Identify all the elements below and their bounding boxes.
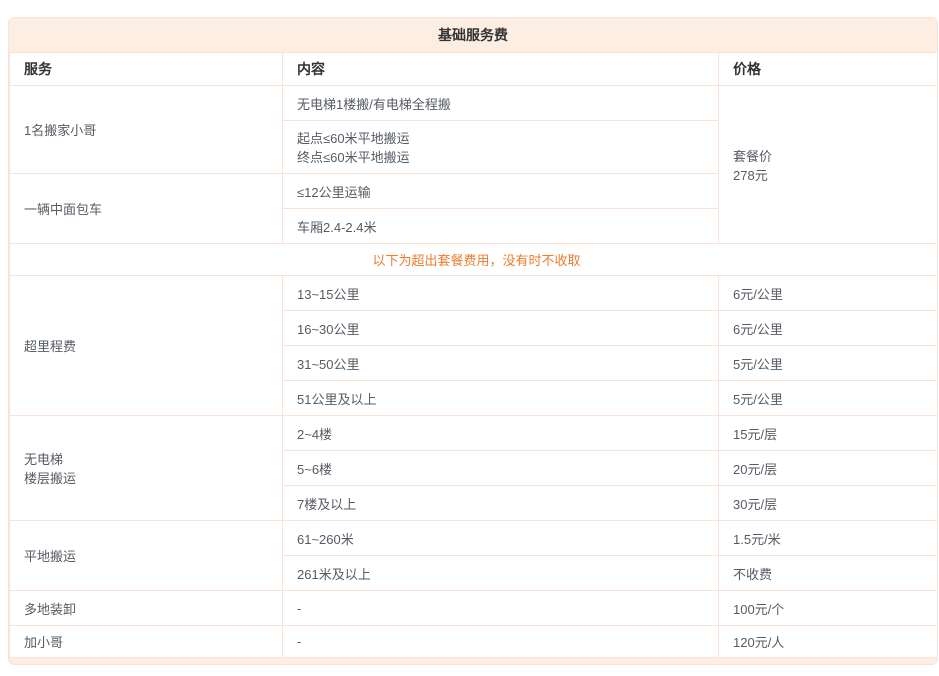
- price-cell: 20元/层: [719, 451, 939, 486]
- table-row: 1名搬家小哥 无电梯1楼搬/有电梯全程搬 套餐价 278元: [10, 86, 939, 121]
- table-header-row: 服务 内容 价格: [10, 53, 939, 86]
- content-cell: ≤12公里运输: [283, 174, 719, 209]
- price-cell: 5元/公里: [719, 381, 939, 416]
- content-cell: 车厢2.4-2.4米: [283, 209, 719, 244]
- extra-fee-notice: 以下为超出套餐费用，没有时不收取: [10, 244, 939, 276]
- price-cell: 6元/公里: [719, 276, 939, 311]
- service-cell: 一辆中面包车: [10, 174, 283, 244]
- content-cell: 13~15公里: [283, 276, 719, 311]
- content-cell: 2~4楼: [283, 416, 719, 451]
- card-title: 基础服务费: [9, 18, 937, 52]
- content-cell: 起点≤60米平地搬运 终点≤60米平地搬运: [283, 121, 719, 174]
- service-cell: 多地装卸: [10, 591, 283, 626]
- content-cell: 16~30公里: [283, 311, 719, 346]
- price-cell: 1.5元/米: [719, 521, 939, 556]
- service-cell: 加小哥: [10, 626, 283, 658]
- price-cell: 不收费: [719, 556, 939, 591]
- table-row: 无电梯 楼层搬运 2~4楼 15元/层: [10, 416, 939, 451]
- content-cell: 5~6楼: [283, 451, 719, 486]
- content-cell: 51公里及以上: [283, 381, 719, 416]
- column-header-price: 价格: [719, 53, 939, 86]
- base-fee-card: 基础服务费 服务 内容 价格 1名搬家小哥 无电梯1楼搬/有电梯全程搬 套餐价 …: [8, 17, 938, 665]
- service-cell: 1名搬家小哥: [10, 86, 283, 174]
- notice-row: 以下为超出套餐费用，没有时不收取: [10, 244, 939, 276]
- table-row: 多地装卸 - 100元/个: [10, 591, 939, 626]
- table-row: 加小哥 - 120元/人: [10, 626, 939, 658]
- table-row: 超里程费 13~15公里 6元/公里: [10, 276, 939, 311]
- service-cell: 超里程费: [10, 276, 283, 416]
- table-row: 平地搬运 61~260米 1.5元/米: [10, 521, 939, 556]
- price-cell: 120元/人: [719, 626, 939, 658]
- column-header-service: 服务: [10, 53, 283, 86]
- price-cell: 100元/个: [719, 591, 939, 626]
- price-cell: 5元/公里: [719, 346, 939, 381]
- price-cell: 套餐价 278元: [719, 86, 939, 244]
- content-cell: 31~50公里: [283, 346, 719, 381]
- price-cell: 15元/层: [719, 416, 939, 451]
- service-cell: 平地搬运: [10, 521, 283, 591]
- content-cell: 61~260米: [283, 521, 719, 556]
- price-cell: 30元/层: [719, 486, 939, 521]
- content-cell: -: [283, 591, 719, 626]
- content-cell: -: [283, 626, 719, 658]
- fee-table: 服务 内容 价格 1名搬家小哥 无电梯1楼搬/有电梯全程搬 套餐价 278元 起…: [9, 52, 938, 658]
- content-cell: 无电梯1楼搬/有电梯全程搬: [283, 86, 719, 121]
- column-header-content: 内容: [283, 53, 719, 86]
- content-cell: 7楼及以上: [283, 486, 719, 521]
- service-cell: 无电梯 楼层搬运: [10, 416, 283, 521]
- price-cell: 6元/公里: [719, 311, 939, 346]
- content-cell: 261米及以上: [283, 556, 719, 591]
